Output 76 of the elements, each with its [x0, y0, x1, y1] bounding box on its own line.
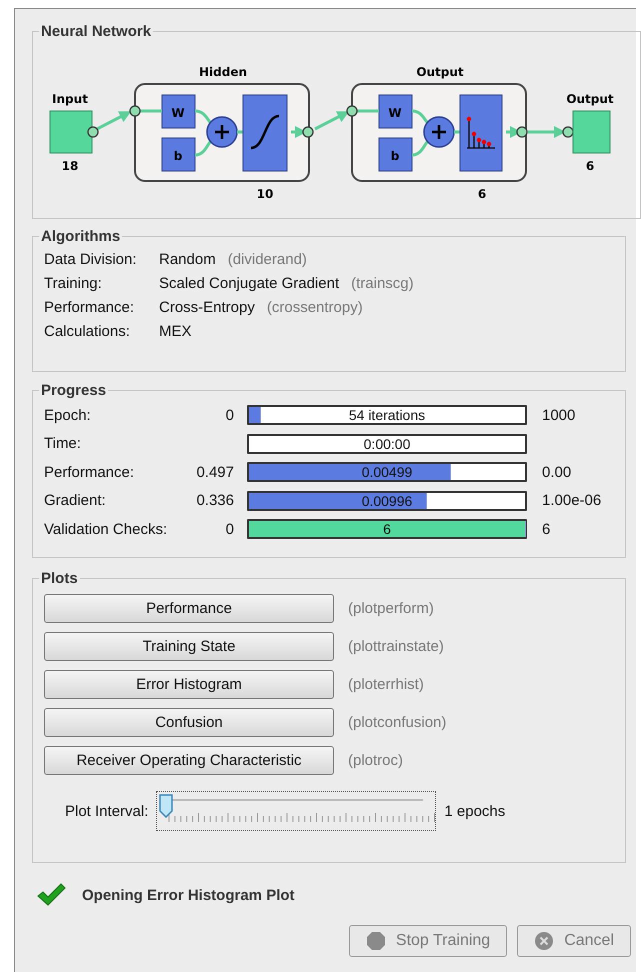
function-name: (plotconfusion) — [348, 714, 446, 730]
start-value: 0 — [226, 520, 234, 538]
progress-label: Epoch: — [44, 406, 92, 424]
function-name: (crossentropy) — [266, 298, 363, 316]
algorithm-label: Data Division: — [44, 250, 138, 268]
stop-icon — [366, 931, 386, 951]
checkmark-icon — [36, 883, 66, 907]
function-name: (plotroc) — [348, 752, 404, 768]
port-icon — [302, 126, 314, 138]
plot-interval-slider[interactable] — [156, 791, 436, 831]
target-value: 0.00 — [542, 464, 572, 481]
start-value: 0.336 — [196, 492, 234, 510]
algorithm-value: Scaled Conjugate Gradient — [159, 274, 340, 292]
algorithm-label: Calculations: — [44, 322, 131, 340]
target-value: 1000 — [542, 406, 576, 424]
plot-interval-label: Plot Interval: — [65, 802, 148, 820]
sum-icon — [423, 116, 455, 148]
function-name: (plotperform) — [348, 600, 434, 616]
output-size: 6 — [586, 159, 594, 173]
layer-title: Output — [416, 65, 464, 79]
start-value: 0 — [226, 406, 234, 424]
group-title: Algorithms — [41, 228, 120, 245]
port-icon — [87, 126, 99, 138]
bias-box: b — [162, 138, 196, 172]
progress-reading: 6 — [383, 521, 391, 538]
input-label: Input — [52, 92, 88, 106]
bias-box: b — [378, 138, 412, 172]
algorithm-value: Random — [159, 250, 216, 268]
plot-button[interactable]: Receiver Operating Characteristic — [44, 746, 334, 774]
output-label: Output — [566, 92, 614, 106]
connector-arrow — [314, 111, 350, 130]
progress-reading: 0.00499 — [362, 464, 412, 480]
layer-size: 6 — [478, 187, 486, 201]
connector-line — [237, 130, 243, 134]
function-name: (trainscg) — [351, 274, 414, 292]
function-name: (plottrainstate) — [348, 638, 444, 654]
plot-button[interactable]: Training State — [44, 632, 334, 660]
port-icon — [346, 105, 358, 117]
function-name: (ploterrhist) — [348, 676, 424, 692]
progress-label: Gradient: — [44, 492, 107, 510]
input-node — [50, 110, 92, 154]
algorithm-label: Performance: — [44, 298, 136, 316]
plot-button[interactable]: Confusion — [44, 708, 334, 736]
cancel-icon — [534, 931, 554, 951]
start-value: 0.497 — [196, 464, 234, 481]
group-title: Progress — [41, 382, 106, 399]
progress-reading: 54 iterations — [348, 407, 426, 424]
port-icon — [562, 126, 574, 138]
plot-button[interactable]: Error Histogram — [44, 670, 334, 698]
weight-box: W — [378, 94, 412, 128]
progress-label: Time: — [44, 435, 82, 452]
slider-thumb[interactable] — [159, 794, 174, 818]
weight-box: W — [162, 94, 196, 128]
layer-title: Hidden — [198, 65, 248, 79]
port-icon — [516, 126, 528, 138]
input-size: 18 — [62, 159, 78, 173]
algorithm-label: Training: — [44, 274, 103, 292]
algorithm-value: MEX — [159, 322, 192, 340]
target-value: 1.00e-06 — [542, 492, 602, 510]
group-title: Plots — [41, 570, 78, 587]
algorithm-value: Cross-Entropy — [159, 298, 255, 316]
layer-size: 10 — [256, 187, 274, 201]
sum-icon — [206, 116, 238, 148]
progress-label: Performance: — [44, 464, 136, 481]
progress-reading: 0.00996 — [362, 492, 412, 509]
output-node — [572, 110, 610, 154]
connector-arrow — [94, 111, 132, 132]
target-value: 6 — [542, 520, 550, 538]
group-title: Neural Network — [41, 23, 152, 40]
status-message: Opening Error Histogram Plot — [82, 886, 295, 904]
port-icon — [129, 105, 141, 117]
plot-button[interactable]: Performance — [44, 594, 334, 622]
progress-label: Validation Checks: — [44, 520, 168, 538]
function-name: (dividerand) — [228, 250, 307, 268]
connector-line — [454, 130, 460, 134]
plot-interval-value: 1 epochs — [444, 802, 506, 820]
